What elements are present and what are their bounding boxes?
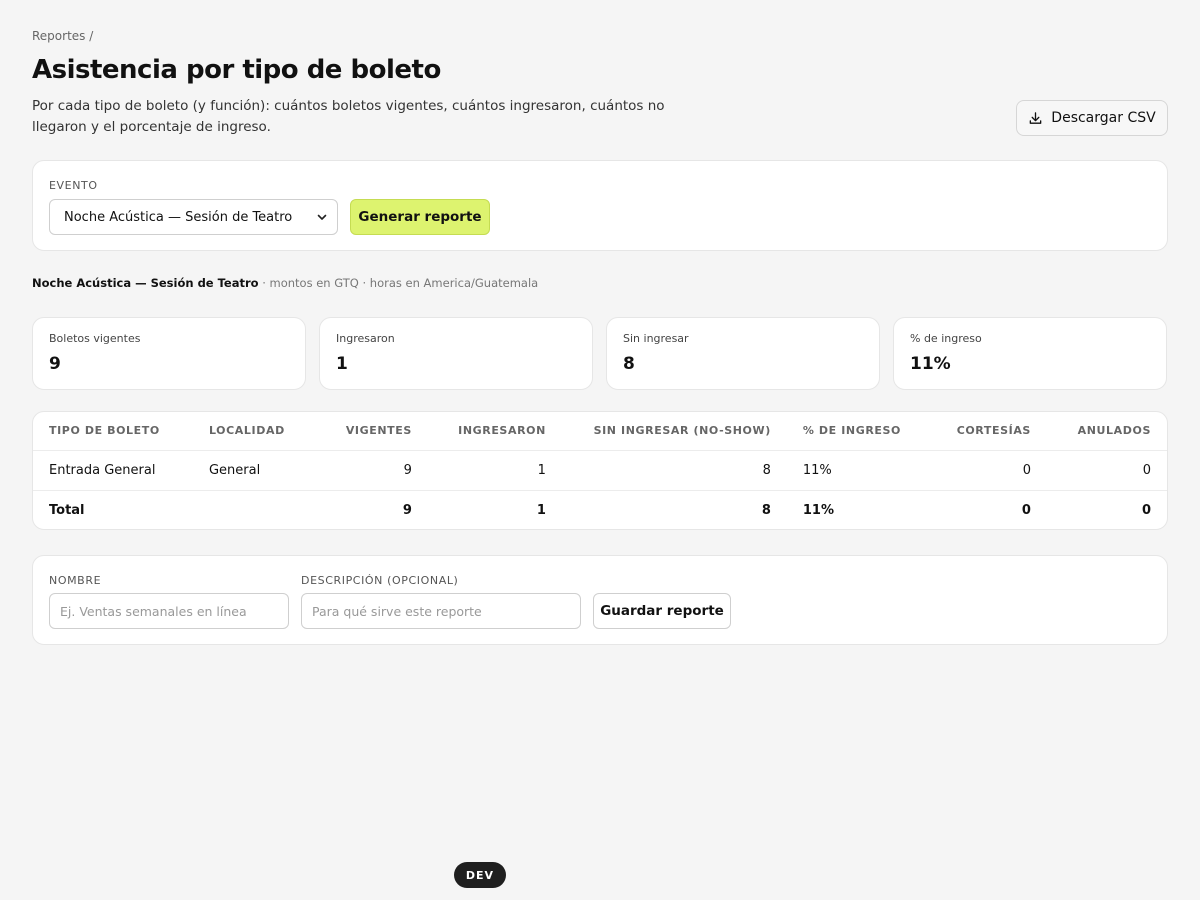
kpi-card-ingresaron: Ingresaron 1 [319,317,593,390]
chevron-down-icon [317,214,327,220]
column-header-porcentaje[interactable]: % DE INGRESO [786,412,917,451]
kpi-card-vigentes: Boletos vigentes 9 [32,317,306,390]
cell-tipo: Entrada General [33,450,193,491]
table-row: Entrada General General 9 1 8 11% 0 0 [33,450,1167,491]
column-header-anulados[interactable]: ANULADOS [1046,412,1167,451]
table-total-row: Total 9 1 8 11% 0 0 [33,490,1167,529]
description-label: DESCRIPCIÓN (OPCIONAL) [301,574,459,587]
download-icon [1029,111,1042,124]
column-header-tipo[interactable]: TIPO DE BOLETO [33,412,193,451]
column-header-sin-ingresar[interactable]: SIN INGRESAR (NO-SHOW) [561,412,787,451]
kpi-value: 1 [336,354,348,374]
cell-total-label: Total [49,502,85,518]
kpi-value: 9 [49,354,61,374]
page-description: Por cada tipo de boleto (y función): cuá… [32,98,665,135]
kpi-card-porcentaje: % de ingreso 11% [893,317,1167,390]
cell-sin-ingresar: 8 [561,450,787,491]
cell-total-ingresaron: 1 [536,502,546,518]
cell-anulados: 0 [1046,450,1167,491]
kpi-label: Ingresaron [336,332,395,345]
cell-vigentes: 9 [302,450,428,491]
column-header-vigentes[interactable]: VIGENTES [302,412,428,451]
cell-porcentaje: 11% [786,450,917,491]
page-title: Asistencia por tipo de boleto [32,55,441,85]
kpi-label: Sin ingresar [623,332,689,345]
kpi-card-sin-ingresar: Sin ingresar 8 [606,317,880,390]
dev-badge[interactable]: DEV [454,862,506,888]
event-label: EVENTO [49,179,98,192]
report-meta-details: · montos en GTQ · horas en America/Guate… [258,276,539,290]
cell-localidad: General [192,450,303,491]
cell-total-vigentes: 9 [402,502,412,518]
cell-ingresaron: 1 [427,450,562,491]
download-csv-label: Descargar CSV [1051,110,1156,126]
column-header-ingresaron[interactable]: INGRESARON [427,412,562,451]
attendance-table-card: TIPO DE BOLETO LOCALIDAD VIGENTES INGRES… [32,411,1168,530]
attendance-table: TIPO DE BOLETO LOCALIDAD VIGENTES INGRES… [33,412,1167,529]
column-header-localidad[interactable]: LOCALIDAD [192,412,303,451]
kpi-label: % de ingreso [910,332,982,345]
cell-total-sin-ingresar: 8 [761,502,771,518]
kpi-value: 11% [910,354,951,374]
cell-total-anulados: 0 [1141,502,1151,518]
kpi-label: Boletos vigentes [49,332,141,345]
generate-report-button[interactable]: Generar reporte [350,199,490,235]
cell-cortesias: 0 [917,450,1047,491]
save-report-button[interactable]: Guardar reporte [593,593,731,629]
cell-total-porcentaje: 11% [802,502,834,518]
name-label: NOMBRE [49,574,102,587]
report-description-input[interactable] [301,593,581,629]
column-header-cortesias[interactable]: CORTESÍAS [917,412,1047,451]
cell-total-localidad [193,490,303,529]
event-select[interactable]: Noche Acústica — Sesión de Teatro [49,199,338,235]
report-meta: Noche Acústica — Sesión de Teatro · mont… [32,276,538,290]
report-name-input[interactable] [49,593,289,629]
filter-card: EVENTO Noche Acústica — Sesión de Teatro… [32,160,1168,251]
table-header-row: TIPO DE BOLETO LOCALIDAD VIGENTES INGRES… [33,412,1167,451]
event-select-value: Noche Acústica — Sesión de Teatro [64,209,293,225]
report-event-name: Noche Acústica — Sesión de Teatro [32,276,259,290]
download-csv-button[interactable]: Descargar CSV [1016,100,1168,136]
kpi-value: 8 [623,354,635,374]
breadcrumb[interactable]: Reportes / [32,29,93,43]
cell-total-cortesias: 0 [1021,502,1031,518]
save-report-card: NOMBRE DESCRIPCIÓN (OPCIONAL) Guardar re… [32,555,1168,645]
